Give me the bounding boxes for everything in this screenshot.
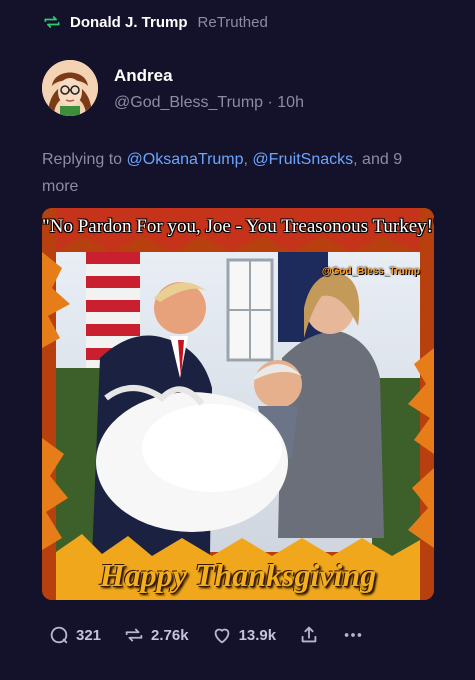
author-handle[interactable]: @God_Bless_Trump <box>114 94 263 111</box>
share-button[interactable] <box>298 624 320 646</box>
retruth-icon <box>44 16 60 28</box>
retruth-label: ReTruthed <box>197 13 268 31</box>
mention-separator: , <box>243 151 248 168</box>
author-row: Andrea @God_Bless_Trump · 10h <box>42 60 304 116</box>
meta-separator: · <box>267 94 273 111</box>
reply-context: Replying to @OksanaTrump, @FruitSnacks, … <box>42 146 442 200</box>
author-meta: Andrea @God_Bless_Trump · 10h <box>114 60 304 116</box>
retruth-count: 2.76k <box>151 626 189 644</box>
post-image[interactable]: "No Pardon For you, Joe - You Treasonous… <box>42 208 434 600</box>
reply-icon <box>50 626 68 644</box>
action-bar: 321 2.76k 13.9k <box>48 624 386 646</box>
author-subline: @God_Bless_Trump · 10h <box>114 94 304 112</box>
meme-watermark: @God_Bless_Trump <box>321 266 420 277</box>
mention-link[interactable]: @OksanaTrump <box>127 151 244 168</box>
meme-top-caption: "No Pardon For you, Joe - You Treasonous… <box>42 216 434 237</box>
mention-separator: , <box>353 151 358 168</box>
retruth-icon <box>125 628 143 642</box>
like-button[interactable]: 13.9k <box>211 624 277 646</box>
retruth-line: Donald J. Trump ReTruthed <box>42 12 268 32</box>
reply-count: 321 <box>76 626 102 644</box>
like-count: 13.9k <box>238 626 277 644</box>
share-icon <box>301 626 317 643</box>
more-button[interactable] <box>342 624 364 646</box>
mention-link[interactable]: @FruitSnacks <box>252 151 353 168</box>
reply-prefix: Replying to <box>42 151 123 168</box>
avatar[interactable] <box>42 60 98 116</box>
heart-icon <box>214 628 229 644</box>
meme-bottom-caption: Happy Thanksgiving <box>99 557 377 593</box>
retruth-button[interactable]: 2.76k <box>123 624 189 646</box>
more-icon <box>344 633 362 637</box>
reply-button[interactable]: 321 <box>48 624 101 646</box>
retruth-author-name[interactable]: Donald J. Trump <box>70 14 188 31</box>
post-time[interactable]: 10h <box>277 94 304 111</box>
author-name[interactable]: Andrea <box>114 66 304 86</box>
